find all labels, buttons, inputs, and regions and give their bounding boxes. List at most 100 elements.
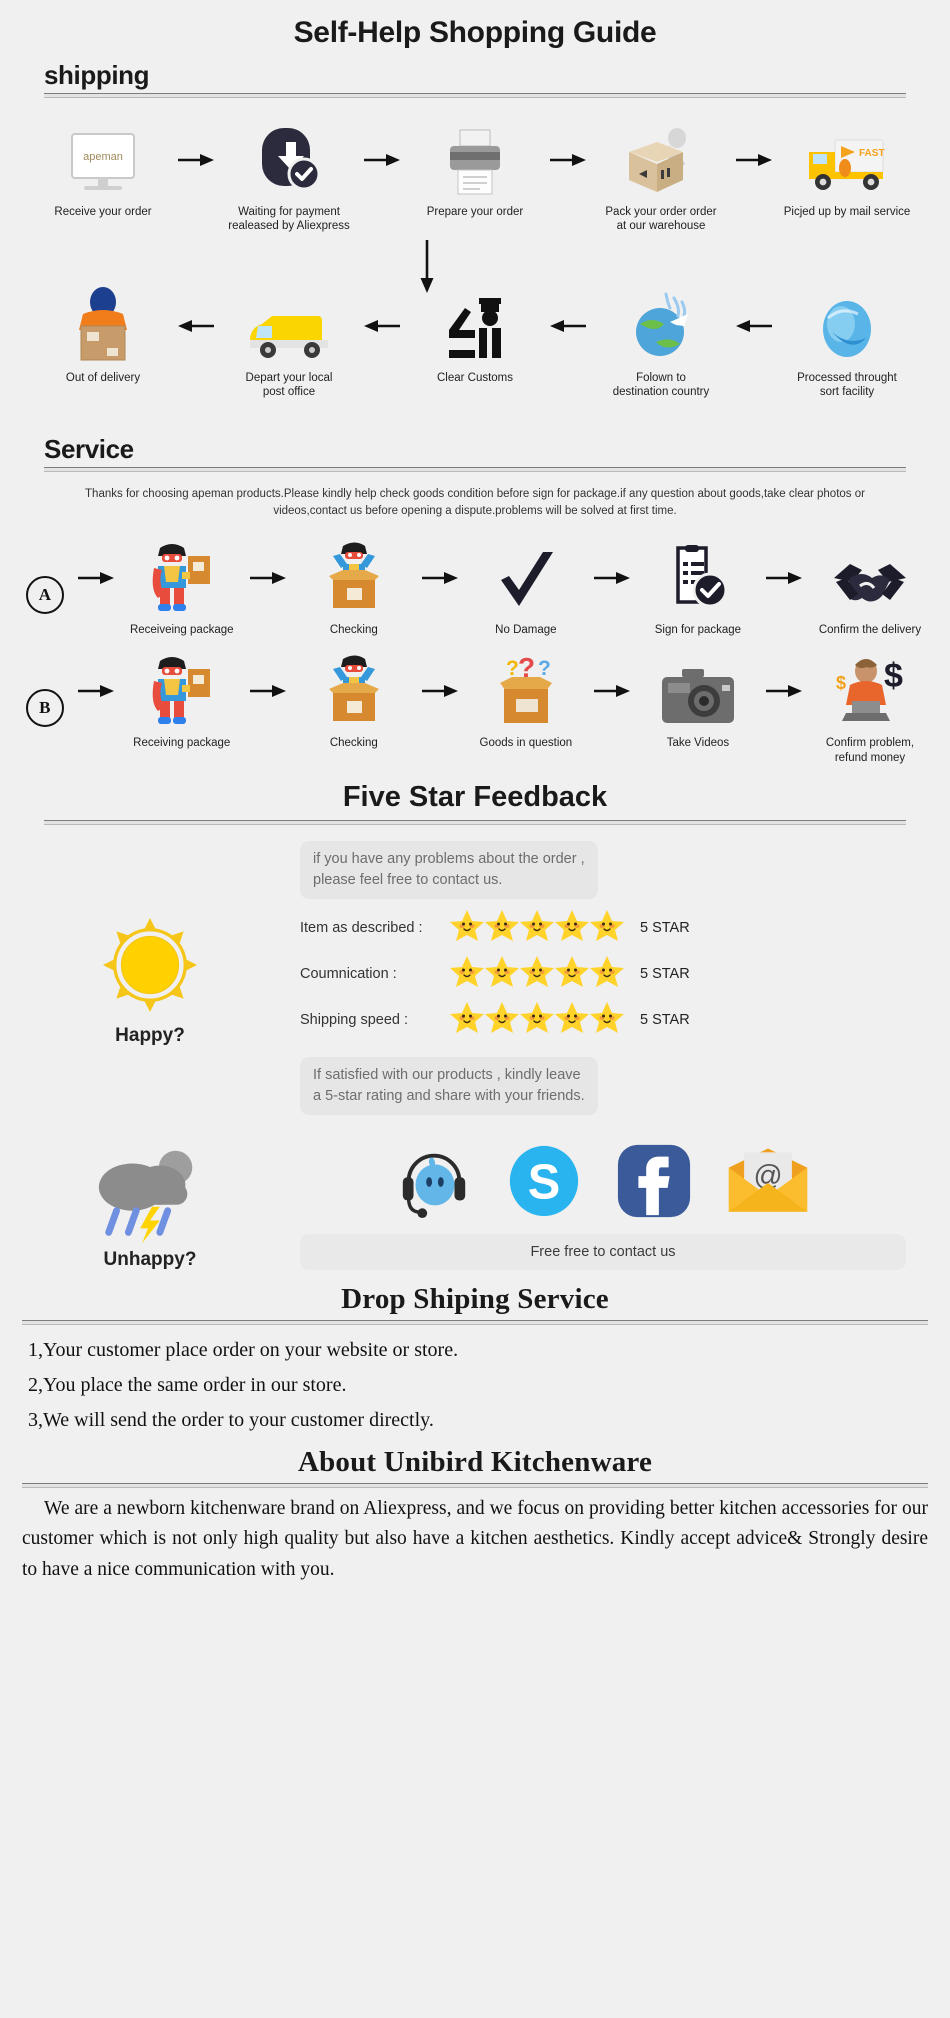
arrow-right-icon [732, 124, 776, 196]
svg-text:apeman: apeman [83, 151, 123, 163]
flow-step-label: Receiving package [133, 737, 231, 750]
globe-airplane-icon [626, 290, 696, 362]
payment-shield-dollar-icon [254, 124, 324, 196]
flow-step: Clear Customs [404, 290, 546, 385]
rating-value: 5 STAR [640, 965, 690, 982]
flow-step: Depart your local post office [218, 290, 360, 400]
camera-icon [660, 655, 736, 727]
fast-delivery-truck-icon: FAST [805, 124, 889, 196]
dropshipping-step: 1,Your customer place order on your webs… [28, 1339, 459, 1362]
flow-step: FAST Picjed up by mail service [776, 124, 918, 219]
flow-step-label: Checking [329, 737, 378, 750]
star-icon [450, 1001, 484, 1038]
divider [44, 466, 906, 472]
flow-step: Waiting for payment realeased by Aliexpre… [218, 124, 360, 234]
rating-row: Item as described : 5 STAR [300, 909, 906, 946]
flow-badge: A [16, 542, 74, 614]
flow-step: Receiving package [118, 655, 246, 750]
email-envelope-icon[interactable]: @ [725, 1145, 811, 1217]
flow-step: No Damage [462, 542, 590, 637]
shipping-row-1: apeman Receive your order Waiting for paym… [0, 98, 950, 234]
flow-step: Prepare your order [404, 124, 546, 219]
rating-label: Shipping speed : [300, 1011, 409, 1028]
flow-step-label: Receive your order [54, 206, 152, 218]
star-icon [555, 909, 589, 946]
flow-step: $ $ Confirm problem, refund money [806, 655, 934, 765]
dropshipping-steps: 1,Your customer place order on your webs… [0, 1325, 950, 1438]
star-icon [450, 909, 484, 946]
flow-step-label: Pack your order order at our warehouse [605, 206, 717, 233]
svg-text:S: S [528, 1156, 561, 1210]
feedback-bottom-bubble: If satisfied with our products , kindly … [300, 1057, 598, 1116]
flow-step-label: Goods in question [479, 737, 573, 750]
contact-icon-row: S @ [300, 1142, 906, 1220]
star-icon [590, 1001, 624, 1038]
flow-step-label: Take Videos [666, 737, 730, 750]
star-icon [520, 1001, 554, 1038]
arrow-left-icon [360, 290, 404, 362]
happy-group: Happy? [0, 909, 300, 1047]
svg-text:?: ? [506, 657, 519, 680]
flow-step-label: Checking [329, 624, 378, 636]
rating-row: Coumnication : 5 STAR [300, 955, 906, 992]
star-icon [485, 955, 519, 992]
arrow-right-icon [590, 542, 634, 614]
arrow-right-icon [418, 655, 462, 727]
arrow-left-icon [732, 290, 776, 362]
happy-label: Happy? [115, 1025, 185, 1047]
feedback-block: Happy? if you have any problems about th… [0, 825, 950, 1116]
flow-step-label: Processed throught sort facility [797, 371, 897, 399]
facebook-icon[interactable] [615, 1142, 693, 1220]
svg-text:$: $ [836, 673, 846, 693]
monitor-apeman-icon: apeman [68, 124, 138, 196]
blue-globe-icon [814, 290, 880, 362]
arrow-right-icon [418, 542, 462, 614]
box-question-marks-icon: ??? [490, 655, 562, 727]
arrow-right-icon [762, 542, 806, 614]
star-icon [590, 955, 624, 992]
rating-label: Item as described : [300, 919, 423, 936]
flow-step-label: Receiveing package [129, 624, 234, 636]
skype-icon[interactable]: S [505, 1142, 583, 1220]
flow-step: Receiveing package [118, 542, 246, 637]
dropshipping-step: 3,We will send the order to your custome… [28, 1409, 434, 1432]
printer-icon [442, 124, 508, 196]
star-icon [520, 909, 554, 946]
checkmark-icon [495, 542, 557, 614]
refund-money-icon: $ $ [832, 655, 908, 727]
flow-step-label: Depart your local post office [245, 371, 333, 399]
headset-chat-icon[interactable] [395, 1142, 473, 1220]
service-row-b: B Receiving package Checking??? Goods in qu… [0, 637, 950, 765]
flow-step: Take Videos [634, 655, 762, 750]
courier-carrying-box-icon [69, 286, 137, 362]
arrow-right-icon [590, 655, 634, 727]
rating-list: Item as described : 5 STAR Coumnication : 5… [300, 909, 906, 1038]
flow-step-label: Picjed up by mail service [783, 206, 911, 218]
rating-label: Coumnication : [300, 965, 397, 982]
section-heading-service: Service [44, 433, 134, 464]
handshake-icon [832, 542, 908, 614]
star-icon [555, 955, 589, 992]
flow-step: Confirm the delivery [806, 542, 934, 637]
arrow-right-icon [74, 542, 118, 614]
rating-value: 5 STAR [640, 1011, 690, 1028]
hero-in-open-box-icon [321, 655, 387, 727]
flow-step: Out of delivery [32, 286, 174, 385]
arrow-right-icon [360, 124, 404, 196]
arrow-right-icon [546, 124, 590, 196]
section-heading-about: About Unibird Kitchenware [297, 1446, 653, 1479]
flow-badge-letter: B [25, 689, 64, 728]
flow-badge-letter: A [25, 576, 64, 614]
star-rating [450, 955, 628, 992]
yellow-van-icon [246, 290, 332, 362]
flow-step-label: Sign for package [654, 624, 742, 636]
section-heading-shipping: shipping [44, 60, 150, 90]
contact-us-button[interactable]: Free free to contact us [300, 1234, 906, 1271]
hero-in-open-box-icon [321, 542, 387, 614]
rating-value: 5 STAR [640, 919, 690, 936]
signed-document-icon [666, 542, 730, 614]
arrow-down-icon [420, 239, 434, 293]
dropshipping-step: 2,You place the same order in our store. [28, 1374, 347, 1397]
svg-text:?: ? [538, 657, 551, 680]
downward-arrow-wrap [0, 238, 950, 296]
